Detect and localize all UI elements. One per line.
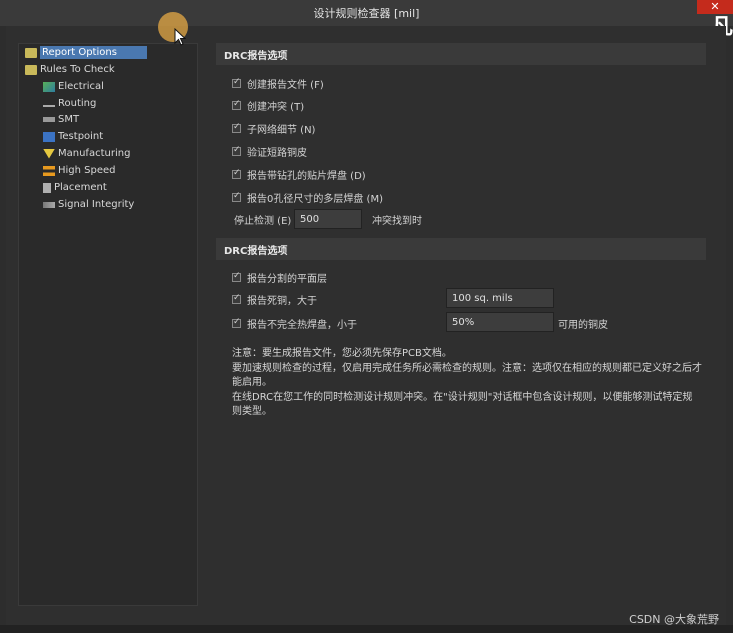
stop-count-input[interactable]: 500 [294, 209, 362, 229]
option-thermal-relief[interactable]: 报告不完全热焊盘，小于 [232, 315, 357, 331]
section-header-drc-2: DRC报告选项 [216, 238, 706, 260]
option-dead-copper[interactable]: 报告死铜，大于 [232, 291, 317, 307]
high-speed-icon [43, 165, 55, 176]
tree-item-electrical[interactable]: Electrical [43, 79, 104, 94]
note-line: 要加速规则检查的过程，仅启用完成任务所必需检查的规则。注意：选项仅在相应的规则都… [232, 362, 702, 389]
section-header-drc: DRC报告选项 [216, 43, 706, 65]
checkbox[interactable] [232, 122, 241, 133]
routing-icon [43, 104, 55, 107]
smt-icon [43, 117, 55, 122]
checkbox[interactable] [232, 271, 241, 282]
checkbox[interactable] [232, 145, 241, 156]
testpoint-icon [43, 131, 55, 142]
tree-item-routing[interactable]: Routing [43, 96, 96, 111]
close-button[interactable]: ✕ [697, 0, 733, 14]
checkbox[interactable] [232, 317, 241, 328]
folder-icon [25, 64, 37, 75]
note-line: 在线DRC在您工作的同时检测设计规则冲突。在"设计规则"对话框中包含设计规则，以… [232, 391, 693, 418]
option-report-drilled-smt[interactable]: 报告带钻孔的贴片焊盘 (D) [232, 166, 366, 182]
stop-suffix: 冲突找到时 [372, 215, 422, 227]
option-subnet-details[interactable]: 子网络细节 (N) [232, 120, 315, 136]
drc-dialog: 设计规则检查器 [mil] ✕ 凡仁 Report Options Rules … [0, 0, 733, 633]
mouse-cursor-icon [174, 28, 186, 46]
title-bar: 设计规则检查器 [mil] [0, 0, 733, 26]
checkbox[interactable] [232, 99, 241, 110]
option-create-report[interactable]: 创建报告文件 (F) [232, 75, 324, 91]
notes-text: 注意：要生成报告文件，您必须先保存PCB文档。 要加速规则检查的过程，仅启用完成… [232, 347, 702, 420]
tree-item-manufacturing[interactable]: Manufacturing [43, 146, 130, 161]
option-verify-short-copper[interactable]: 验证短路铜皮 [232, 143, 307, 159]
tree-item-smt[interactable]: SMT [43, 112, 79, 127]
checkbox[interactable] [232, 293, 241, 304]
placement-icon [43, 182, 51, 193]
report-options-panel: DRC报告选项 创建报告文件 (F) 创建冲突 (T) 子网络细节 (N) 验证… [216, 43, 706, 606]
thermal-suffix: 可用的铜皮 [558, 319, 608, 331]
thermal-input[interactable]: 50% [446, 312, 554, 332]
tree-item-testpoint[interactable]: Testpoint [43, 129, 103, 144]
tree-item-placement[interactable]: Placement [43, 180, 107, 195]
option-report-zero-hole[interactable]: 报告0孔径尺寸的多层焊盘 (M) [232, 189, 383, 205]
signal-integrity-icon [43, 201, 55, 208]
checkbox[interactable] [232, 168, 241, 179]
option-split-plane[interactable]: 报告分割的平面层 [232, 269, 327, 285]
tree-item-high-speed[interactable]: High Speed [43, 163, 116, 178]
stop-label: 停止检测 (E) [234, 215, 292, 227]
tree-item-report-options[interactable]: Report Options [25, 45, 147, 60]
note-line: 注意：要生成报告文件，您必须先保存PCB文档。 [232, 348, 452, 359]
option-create-violations[interactable]: 创建冲突 (T) [232, 97, 304, 113]
manufacturing-icon [43, 148, 55, 159]
rules-tree[interactable]: Report Options Rules To Check Electrical… [18, 43, 198, 606]
checkbox[interactable] [232, 191, 241, 202]
tree-item-rules-to-check[interactable]: Rules To Check [25, 62, 115, 77]
checkbox[interactable] [232, 77, 241, 88]
folder-icon [25, 47, 37, 58]
bottom-strip [0, 625, 733, 633]
dead-copper-input[interactable]: 100 sq. mils [446, 288, 554, 308]
tree-item-signal-integrity[interactable]: Signal Integrity [43, 197, 134, 212]
window-title: 设计规则检查器 [mil] [313, 7, 420, 20]
electrical-icon [43, 81, 55, 92]
